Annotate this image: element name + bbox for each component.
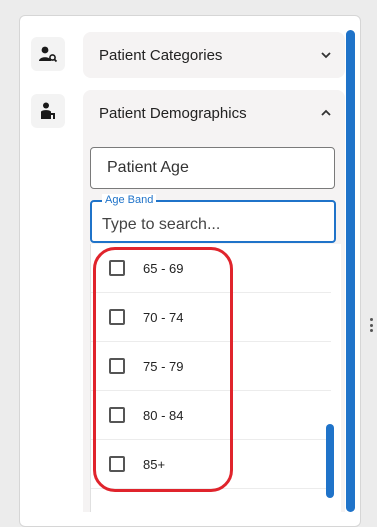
age-band-option[interactable]: 80 - 84 xyxy=(91,391,331,440)
age-band-option[interactable]: 85+ xyxy=(91,440,331,489)
checkbox[interactable] xyxy=(109,456,125,472)
chevron-down-icon xyxy=(321,52,331,59)
person-search-icon xyxy=(39,46,58,63)
age-band-option[interactable]: 70 - 74 xyxy=(91,293,331,342)
option-label: 85+ xyxy=(143,456,166,472)
patient-age-field[interactable]: Patient Age xyxy=(90,147,335,189)
panel-scrollbar-thumb[interactable] xyxy=(346,30,355,512)
checkbox[interactable] xyxy=(109,309,125,325)
checkbox[interactable] xyxy=(109,260,125,276)
option-label: 75 - 79 xyxy=(143,358,184,374)
age-band-option[interactable]: 75 - 79 xyxy=(91,342,331,391)
person-desk-icon xyxy=(41,102,55,119)
patient-categories-label: Patient Categories xyxy=(99,46,223,64)
patient-categories-icon-box xyxy=(31,37,65,71)
checkbox[interactable] xyxy=(109,407,125,423)
patient-categories-header[interactable]: Patient Categories xyxy=(83,32,345,78)
patient-demographics-header[interactable]: Patient Demographics xyxy=(83,90,345,136)
chevron-up-icon xyxy=(321,109,331,116)
age-band-options-list: 65 - 69 70 - 74 75 - 79 80 - 84 85+ xyxy=(90,244,341,512)
options-scrollbar-thumb[interactable] xyxy=(326,424,334,498)
age-band-search-field[interactable]: Age Band xyxy=(90,194,336,243)
option-label: 70 - 74 xyxy=(143,309,184,325)
patient-demographics-icon-box xyxy=(31,94,65,128)
resize-handle[interactable] xyxy=(370,318,374,332)
age-band-option[interactable]: 65 - 69 xyxy=(91,244,331,293)
checkbox[interactable] xyxy=(109,358,125,374)
option-label: 80 - 84 xyxy=(143,407,184,423)
option-label: 65 - 69 xyxy=(143,260,184,276)
age-band-search-input[interactable] xyxy=(92,202,334,241)
patient-demographics-label: Patient Demographics xyxy=(99,104,247,122)
